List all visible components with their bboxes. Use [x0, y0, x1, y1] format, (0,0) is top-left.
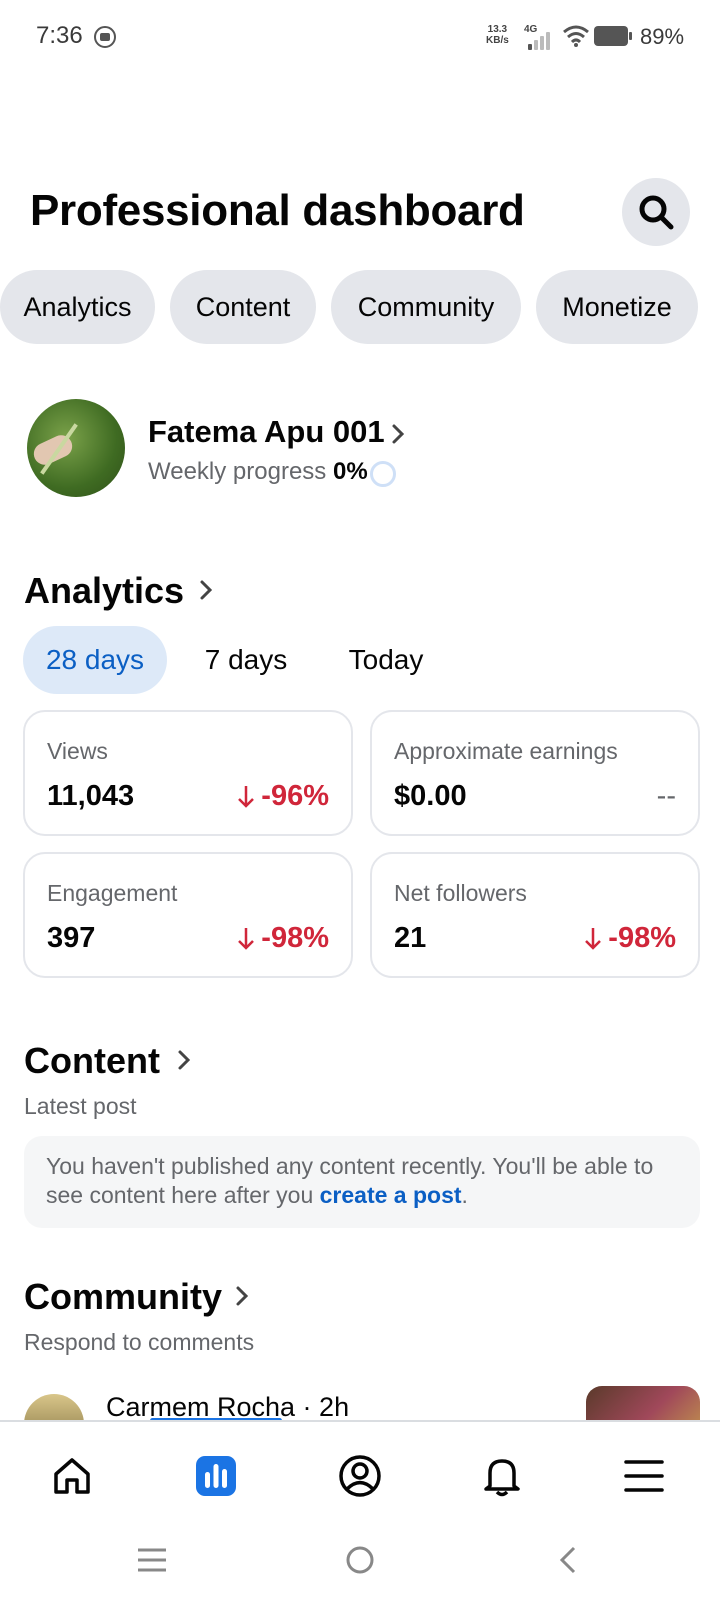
system-nav: [0, 1520, 720, 1600]
period-7-days[interactable]: 7 days: [186, 626, 306, 694]
chevron-right-icon[interactable]: [198, 578, 214, 602]
nav-profile[interactable]: [330, 1446, 390, 1506]
content-subtitle: Latest post: [24, 1093, 137, 1119]
nav-notifications[interactable]: [472, 1446, 532, 1506]
metric-change: -96%: [237, 780, 329, 813]
status-bar: 7:36 13.3 KB/s 4G 89%: [0, 0, 720, 74]
nav-dashboard[interactable]: [186, 1446, 246, 1506]
arrow-down-icon: [238, 785, 255, 808]
metric-label: Approximate earnings: [394, 738, 618, 764]
metric-card-engagement[interactable]: Engagement 397 -98%: [23, 852, 353, 978]
signal-icon: [528, 32, 556, 50]
dashboard-tabs: Analytics Content Community Monetize: [0, 270, 720, 344]
tab-monetize[interactable]: Monetize: [536, 270, 698, 344]
nav-menu[interactable]: [614, 1446, 674, 1506]
create-post-link[interactable]: create a post: [320, 1182, 462, 1208]
search-button[interactable]: [622, 178, 690, 246]
metric-card-earnings[interactable]: Approximate earnings $0.00 --: [370, 710, 700, 836]
recents-button[interactable]: [132, 1540, 172, 1580]
chevron-right-icon[interactable]: [176, 1048, 192, 1072]
profile-icon: [339, 1455, 381, 1497]
circle-home-icon: [346, 1546, 374, 1574]
metric-label: Net followers: [394, 880, 527, 906]
metric-change: -98%: [237, 922, 329, 955]
metric-value: 11,043: [47, 780, 135, 812]
tab-analytics[interactable]: Analytics: [0, 270, 155, 344]
chevron-right-icon[interactable]: [390, 422, 406, 446]
metric-change: -98%: [584, 922, 676, 955]
home-icon: [54, 1458, 90, 1494]
wifi-icon: [563, 25, 589, 47]
status-time: 7:36: [36, 22, 83, 49]
search-icon: [639, 195, 674, 230]
battery-icon: [594, 26, 632, 46]
analytics-title[interactable]: Analytics: [24, 570, 184, 612]
metric-card-views[interactable]: Views 11,043 -96%: [23, 710, 353, 836]
community-subtitle: Respond to comments: [24, 1329, 255, 1355]
battery-percent: 89%: [640, 24, 685, 49]
dashboard-icon: [196, 1456, 236, 1496]
page-title: Professional dashboard: [30, 186, 525, 235]
progress-ring-icon: [370, 461, 396, 487]
back-button[interactable]: [548, 1540, 588, 1580]
notification-icon: [94, 26, 116, 48]
bell-icon: [484, 1459, 520, 1497]
period-28-days[interactable]: 28 days: [23, 626, 167, 694]
content-notice: You haven't published any content recent…: [24, 1136, 700, 1228]
arrow-down-icon: [238, 927, 255, 950]
tab-community[interactable]: Community: [331, 270, 521, 344]
metric-label: Views: [47, 738, 108, 764]
metric-change: --: [656, 780, 676, 812]
back-icon: [559, 1546, 576, 1574]
arrow-down-icon: [585, 927, 602, 950]
home-system-button[interactable]: [340, 1540, 380, 1580]
chevron-right-icon[interactable]: [234, 1284, 250, 1308]
nav-home[interactable]: [42, 1446, 102, 1506]
metric-card-net-followers[interactable]: Net followers 21 -98%: [370, 852, 700, 978]
profile-name[interactable]: Fatema Apu 001: [148, 414, 385, 450]
metric-value: $0.00: [394, 780, 467, 812]
period-today[interactable]: Today: [326, 626, 446, 694]
metric-value: 397: [47, 922, 96, 954]
community-title[interactable]: Community: [24, 1276, 222, 1318]
menu-icon: [624, 1460, 664, 1492]
recents-icon: [138, 1548, 166, 1572]
avatar[interactable]: [27, 399, 125, 497]
tab-content[interactable]: Content: [170, 270, 316, 344]
content-title[interactable]: Content: [24, 1040, 160, 1082]
bottom-nav: [0, 1420, 720, 1520]
metric-label: Engagement: [47, 880, 178, 906]
net-speed: 13.3 KB/s: [486, 24, 509, 46]
weekly-progress: Weekly progress 0%: [148, 458, 368, 485]
metric-value: 21: [394, 922, 427, 954]
